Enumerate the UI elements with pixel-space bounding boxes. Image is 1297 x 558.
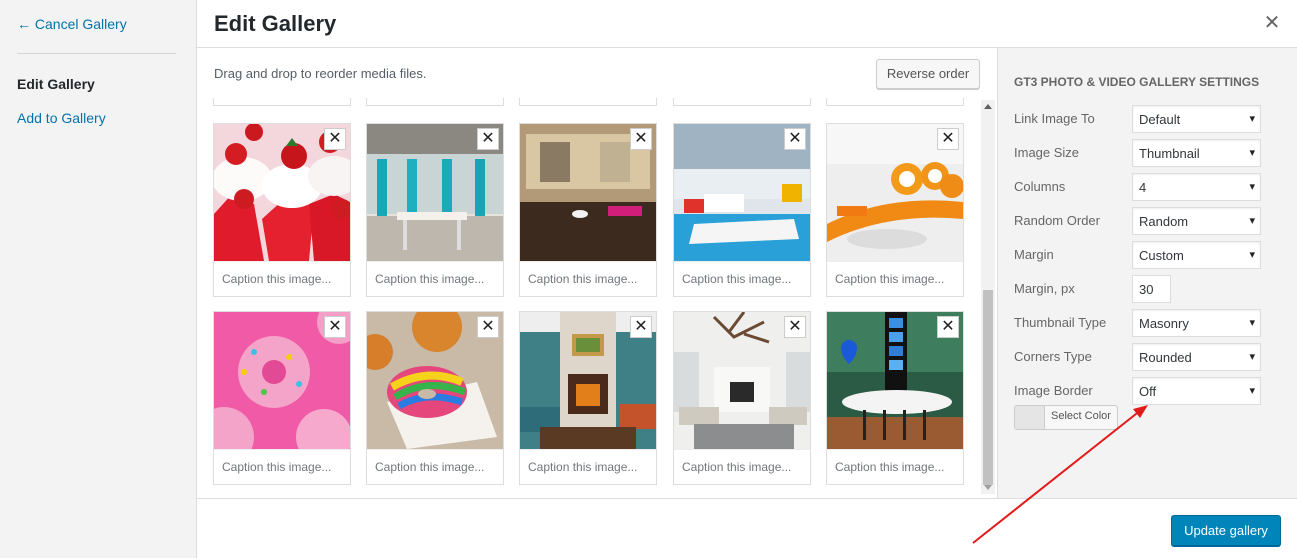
setting-label: Corners Type [1014,349,1092,364]
setting-margin: Margin Custom ▾ [1014,241,1284,269]
setting-label: Random Order [1014,213,1100,228]
remove-icon[interactable]: ✕ [937,316,959,338]
thumbnail-type-select[interactable]: Masonry ▾ [1132,309,1261,337]
reverse-order-button[interactable]: Reverse order [876,59,980,89]
reorder-instructions: Drag and drop to reorder media files. [214,66,427,81]
scroll-up-icon[interactable] [984,104,992,109]
image-border-select[interactable]: Off ▾ [1132,377,1261,405]
caption-field[interactable]: Caption this image... [367,261,503,296]
modal-header: Edit Gallery ✕ [197,0,1297,48]
gallery-content: Drag and drop to reorder media files. Re… [197,48,997,498]
attachments-grid: ✕ Caption this image... ✕ Caption this i… [197,98,997,498]
update-gallery-button[interactable]: Update gallery [1171,515,1281,546]
remove-icon[interactable]: ✕ [784,316,806,338]
setting-random-order: Random Order Random ▾ [1014,207,1284,235]
gallery-tile[interactable]: ✕ Caption this image... [673,123,811,297]
scroll-down-icon[interactable] [984,485,992,490]
image-size-select[interactable]: Thumbnail ▾ [1132,139,1261,167]
remove-icon[interactable]: ✕ [784,128,806,150]
remove-icon[interactable]: ✕ [324,128,346,150]
setting-label: Image Size [1014,145,1080,160]
caption-field[interactable]: Caption this image... [827,449,963,484]
partial-tile [519,98,657,106]
partial-tile [213,98,351,106]
caption-field[interactable]: Caption this image... [827,261,963,296]
gallery-tile[interactable]: ✕ Caption this image... [366,123,504,297]
setting-image-size: Image Size Thumbnail ▾ [1014,139,1284,167]
link-image-to-select[interactable]: Default ▾ [1132,105,1261,133]
setting-columns: Columns 4 ▾ [1014,173,1284,201]
page-title: Edit Gallery [214,11,337,36]
remove-icon[interactable]: ✕ [477,316,499,338]
gallery-tile[interactable]: ✕ Caption this image... [673,311,811,485]
caption-field[interactable]: Caption this image... [674,449,810,484]
gallery-tile[interactable]: ✕ Caption this image... [213,123,351,297]
gallery-tile[interactable]: ✕ Caption this image... [826,311,964,485]
caption-field[interactable]: Caption this image... [674,261,810,296]
caption-field[interactable]: Caption this image... [520,449,656,484]
select-color-button[interactable]: Select Color [1014,405,1118,430]
media-menu: ← Cancel Gallery Edit Gallery Add to Gal… [0,0,197,558]
partial-tile [673,98,811,106]
columns-select[interactable]: 4 ▾ [1132,173,1261,201]
modal-footer: Update gallery [197,498,1297,558]
margin-px-input[interactable]: 30 [1132,275,1171,303]
scrollbar-thumb[interactable] [983,290,993,485]
chevron-down-icon: ▾ [1249,385,1255,397]
chevron-down-icon: ▾ [1249,351,1255,363]
remove-icon[interactable]: ✕ [630,128,652,150]
caption-field[interactable]: Caption this image... [214,261,350,296]
remove-icon[interactable]: ✕ [324,316,346,338]
chevron-down-icon: ▾ [1249,181,1255,193]
setting-image-border: Image Border Off ▾ [1014,377,1284,405]
gallery-settings: GT3 Photo & Video Gallery Settings Link … [997,48,1297,498]
corners-type-select[interactable]: Rounded ▾ [1132,343,1261,371]
menu-separator [17,53,176,54]
color-swatch [1015,406,1045,429]
remove-icon[interactable]: ✕ [937,128,959,150]
gallery-tile[interactable]: ✕ Caption this image... [826,123,964,297]
chevron-down-icon: ▾ [1249,317,1255,329]
select-color-label: Select Color [1051,410,1111,422]
gallery-tile[interactable]: ✕ Caption this image... [519,311,657,485]
partial-tile [826,98,964,106]
setting-link-image-to: Link Image To Default ▾ [1014,105,1284,133]
remove-icon[interactable]: ✕ [477,128,499,150]
margin-select[interactable]: Custom ▾ [1132,241,1261,269]
caption-field[interactable]: Caption this image... [214,449,350,484]
gallery-scrollbar[interactable] [981,100,995,494]
setting-label: Thumbnail Type [1014,315,1107,330]
setting-thumbnail-type: Thumbnail Type Masonry ▾ [1014,309,1284,337]
setting-corners-type: Corners Type Rounded ▾ [1014,343,1284,371]
setting-margin-px: Margin, px 30 [1014,275,1284,303]
media-modal: ← Cancel Gallery Edit Gallery Add to Gal… [0,0,1297,558]
setting-label: Columns [1014,179,1066,194]
caption-field[interactable]: Caption this image... [367,449,503,484]
chevron-down-icon: ▾ [1249,249,1255,261]
random-order-select[interactable]: Random ▾ [1132,207,1261,235]
menu-item-add-to-gallery[interactable]: Add to Gallery [17,110,106,126]
setting-label: Link Image To [1014,111,1095,126]
gallery-tile[interactable]: ✕ Caption this image... [366,311,504,485]
setting-label: Image Border [1014,383,1093,398]
close-icon[interactable]: ✕ [1259,10,1285,36]
chevron-down-icon: ▾ [1249,147,1255,159]
setting-label: Margin, px [1014,281,1075,296]
setting-label: Margin [1014,247,1054,262]
chevron-down-icon: ▾ [1249,113,1255,125]
caption-field[interactable]: Caption this image... [520,261,656,296]
chevron-down-icon: ▾ [1249,215,1255,227]
cancel-gallery-link[interactable]: ← Cancel Gallery [17,16,127,32]
menu-item-edit-gallery[interactable]: Edit Gallery [17,76,95,92]
gallery-tile[interactable]: ✕ Caption this image... [213,311,351,485]
gallery-tile[interactable]: ✕ Caption this image... [519,123,657,297]
remove-icon[interactable]: ✕ [630,316,652,338]
partial-tile [366,98,504,106]
settings-heading: GT3 Photo & Video Gallery Settings [1014,75,1260,89]
